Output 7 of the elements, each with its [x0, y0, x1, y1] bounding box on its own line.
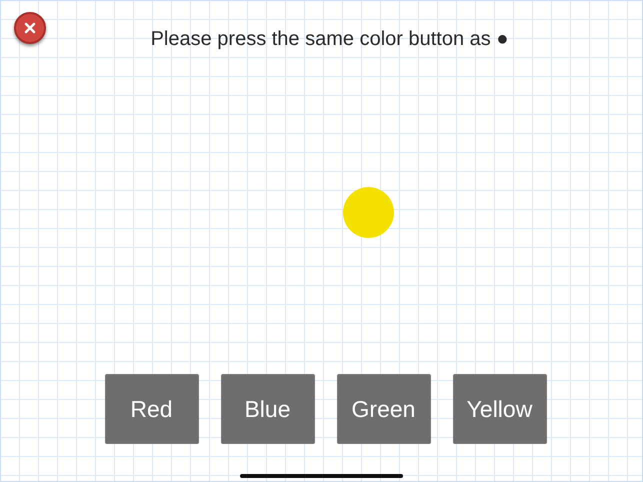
- instruction-text: Please press the same color button as ●: [150, 27, 508, 51]
- color-button[interactable]: Blue: [220, 374, 314, 444]
- color-button[interactable]: Red: [104, 374, 198, 444]
- close-icon: [24, 22, 36, 34]
- color-button[interactable]: Green: [336, 374, 430, 444]
- close-button[interactable]: [14, 12, 46, 44]
- color-button[interactable]: Yellow: [452, 374, 546, 444]
